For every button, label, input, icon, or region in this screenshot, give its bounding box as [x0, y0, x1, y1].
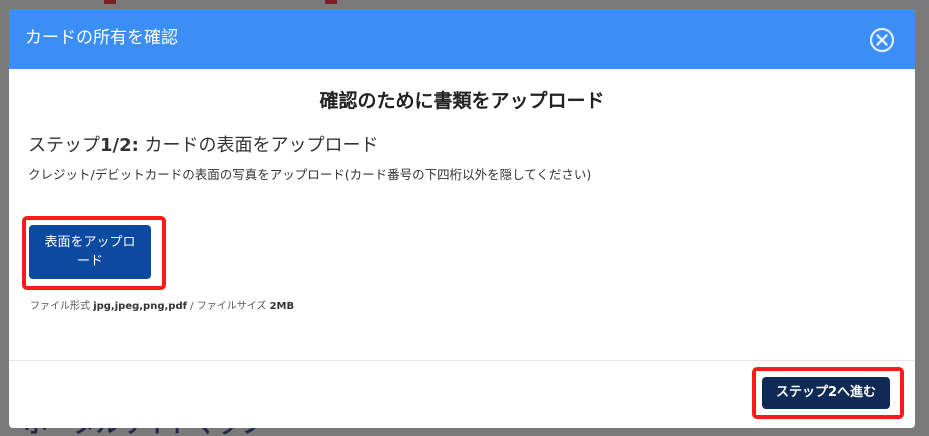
step-label: カードの表面をアップロード: [138, 135, 379, 156]
file-size-label: ファイルサイズ: [196, 301, 270, 312]
confirm-card-modal: カードの所有を確認 確認のために書類をアップロード ステップ1/2: カードの表…: [9, 9, 915, 428]
file-size: 2MB: [269, 301, 295, 312]
close-circle-icon: [869, 27, 895, 53]
modal-header: カードの所有を確認: [9, 9, 915, 69]
modal-title: カードの所有を確認: [25, 28, 178, 48]
file-info-separator: /: [186, 301, 197, 312]
file-format-label: ファイル形式: [30, 301, 94, 312]
step-prefix: ステップ: [28, 135, 100, 156]
section-title: 確認のために書類をアップロード: [319, 90, 605, 112]
file-formats: jpg,jpeg,png,pdf: [93, 301, 187, 312]
file-info: ファイル形式 jpg,jpeg,png,pdf / ファイルサイズ 2MB: [30, 300, 294, 314]
footer-divider: [9, 360, 915, 361]
background-top-mark: [104, 0, 116, 4]
next-step-button[interactable]: ステップ2へ進む: [762, 377, 890, 409]
background-top-mark: [325, 0, 337, 4]
next-step-button-label: ステップ2へ進む: [775, 385, 877, 400]
upload-front-button[interactable]: 表面をアップロード: [29, 225, 151, 279]
upload-front-button-label: 表面をアップロード: [44, 235, 136, 269]
step-description: クレジット/デビットカードの表面の写真をアップロード(カード番号の下四桁以外を隠…: [28, 167, 592, 182]
close-button[interactable]: [869, 27, 895, 53]
step-number: 1/2:: [100, 135, 139, 156]
modal-body: 確認のために書類をアップロード ステップ1/2: カードの表面をアップロード ク…: [9, 69, 915, 360]
step-title: ステップ1/2: カードの表面をアップロード: [28, 135, 379, 157]
